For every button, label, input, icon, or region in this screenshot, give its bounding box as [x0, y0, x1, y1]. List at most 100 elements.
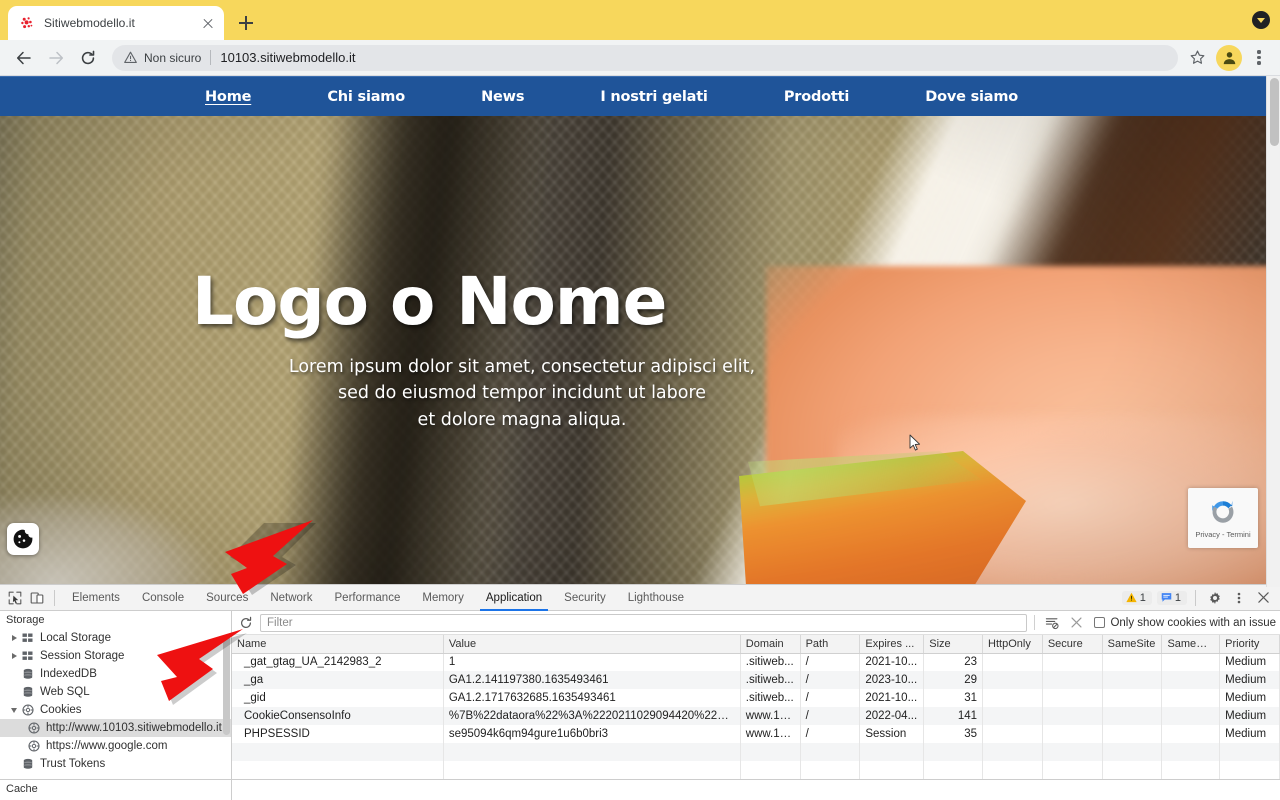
cell-priority: Medium — [1219, 671, 1280, 689]
cell-httponly — [982, 671, 1043, 689]
sidebar-item-indexeddb[interactable]: IndexedDB — [0, 665, 231, 683]
forward-button[interactable] — [42, 44, 70, 72]
tab-close-icon[interactable] — [200, 15, 216, 31]
col-header-expires[interactable]: Expires ... — [859, 635, 925, 654]
sidebar-item-trust-tokens[interactable]: Trust Tokens — [0, 755, 231, 773]
cell-size: 23 — [923, 653, 984, 671]
tab-performance[interactable]: Performance — [324, 585, 412, 611]
col-header-path[interactable]: Path — [800, 635, 861, 654]
col-header-priority[interactable]: Priority — [1219, 635, 1280, 654]
device-toolbar-button[interactable] — [26, 587, 48, 609]
cookies-filter-input[interactable] — [260, 613, 1028, 632]
tab-application[interactable]: Application — [475, 585, 553, 611]
collapse-arrow-icon[interactable] — [8, 708, 20, 713]
col-header-samesite[interactable]: SameSite — [1102, 635, 1163, 654]
nav-link-news[interactable]: News — [481, 89, 524, 105]
cell-value: GA1.2.141197380.1635493461 — [443, 671, 741, 689]
profile-button[interactable] — [1216, 44, 1242, 71]
tab-console[interactable]: Console — [131, 585, 195, 611]
browser-menu-button[interactable] — [1246, 45, 1272, 71]
sidebar-item-local-storage[interactable]: Local Storage — [0, 629, 231, 647]
devtools-close-button[interactable] — [1252, 587, 1274, 609]
tab-memory[interactable]: Memory — [411, 585, 475, 611]
cell-samesite — [1102, 707, 1163, 725]
table-row[interactable]: _ga GA1.2.141197380.1635493461 .sitiweb.… — [232, 671, 1280, 689]
cell-samesite — [1102, 671, 1163, 689]
page-scrollbar-thumb[interactable] — [1269, 78, 1279, 146]
refresh-cookies-button[interactable] — [236, 613, 256, 633]
col-header-secure[interactable]: Secure — [1042, 635, 1103, 654]
warning-count: 1 — [1139, 591, 1146, 604]
tab-sources[interactable]: Sources — [195, 585, 259, 611]
cell-domain: www.10... — [740, 725, 801, 743]
col-header-size[interactable]: Size — [923, 635, 984, 654]
new-tab-button[interactable] — [232, 9, 260, 37]
cell-domain: .sitiweb... — [740, 653, 801, 671]
table-row[interactable]: _gid GA1.2.1717632685.1635493461 .sitiwe… — [232, 689, 1280, 707]
nav-link-dove-siamo[interactable]: Dove siamo — [925, 89, 1018, 105]
clear-filter-button[interactable] — [1042, 613, 1062, 633]
recaptcha-badge[interactable]: Privacy - Termini — [1188, 488, 1258, 548]
col-header-name[interactable]: Name — [232, 635, 444, 654]
message-count-badge[interactable]: 1 — [1156, 590, 1187, 605]
sidebar-item-cookie-origin-site[interactable]: http://www.10103.sitiwebmodello.it — [0, 719, 231, 737]
bookmark-button[interactable] — [1184, 45, 1210, 71]
sidebar-item-web-sql[interactable]: Web SQL — [0, 683, 231, 701]
back-button[interactable] — [10, 44, 38, 72]
col-header-httponly[interactable]: HttpOnly — [982, 635, 1043, 654]
sidebar-item-session-storage[interactable]: Session Storage — [0, 647, 231, 665]
tab-title: Sitiwebmodello.it — [44, 16, 135, 30]
sidebar-item-label: Web SQL — [40, 686, 90, 698]
sidebar-item-label: Session Storage — [40, 650, 125, 662]
cell-name: _ga — [232, 671, 444, 689]
page-scrollbar[interactable] — [1266, 76, 1280, 587]
clear-all-cookies-button[interactable] — [1066, 613, 1086, 633]
cookie-consent-button[interactable] — [7, 523, 39, 555]
cell-sameparty — [1161, 689, 1221, 707]
nav-link-home[interactable]: Home — [205, 89, 251, 105]
col-header-domain[interactable]: Domain — [740, 635, 801, 654]
cell-path: / — [800, 671, 861, 689]
devtools-body: Storage Local Storage Session Storage In… — [0, 611, 1280, 800]
devtools-settings-button[interactable] — [1204, 587, 1226, 609]
table-row[interactable]: _gat_gtag_UA_2142983_2 1 .sitiweb... / 2… — [232, 653, 1280, 671]
cell-size: 141 — [923, 707, 984, 725]
cell-priority: Medium — [1219, 725, 1280, 743]
nav-link-chi-siamo[interactable]: Chi siamo — [327, 89, 405, 105]
only-issues-checkbox[interactable] — [1094, 617, 1106, 628]
cell-path: / — [800, 725, 861, 743]
nav-link-prodotti[interactable]: Prodotti — [784, 89, 850, 105]
avatar-icon — [1223, 52, 1235, 65]
cookies-toolbar: Only show cookies with an issue — [232, 611, 1280, 635]
tab-elements[interactable]: Elements — [61, 585, 131, 611]
tab-lighthouse[interactable]: Lighthouse — [617, 585, 695, 611]
caret-down-badge-icon[interactable] — [1252, 11, 1270, 29]
sidebar-item-cookies[interactable]: Cookies — [0, 701, 231, 719]
inspect-element-button[interactable] — [4, 587, 26, 609]
only-issues-filter[interactable]: Only show cookies with an issue — [1094, 617, 1276, 629]
browser-tab[interactable]: Sitiwebmodello.it — [8, 6, 224, 40]
col-header-sameparty[interactable]: SamePa... — [1161, 635, 1221, 654]
cookies-panel: Only show cookies with an issue Name Val… — [232, 611, 1280, 800]
devtools-more-button[interactable] — [1228, 587, 1250, 609]
table-row[interactable]: PHPSESSID se95094k6qm94gure1u6b0bri3 www… — [232, 725, 1280, 743]
tab-network[interactable]: Network — [259, 585, 323, 611]
col-header-value[interactable]: Value — [443, 635, 741, 654]
cell-path: / — [800, 707, 861, 725]
sidebar-scrollbar-thumb[interactable] — [223, 635, 230, 735]
close-icon — [1257, 592, 1269, 603]
url-text[interactable]: 10103.sitiwebmodello.it — [220, 50, 355, 65]
reload-button[interactable] — [74, 44, 102, 72]
expand-arrow-icon[interactable] — [8, 635, 20, 641]
tab-security[interactable]: Security — [553, 585, 617, 611]
sidebar-item-cookie-origin-google[interactable]: https://www.google.com — [0, 737, 231, 755]
address-bar[interactable]: Non sicuro 10103.sitiwebmodello.it — [112, 44, 1178, 71]
expand-arrow-icon[interactable] — [8, 653, 20, 659]
table-row[interactable]: CookieConsensoInfo %7B%22dataora%22%3A%2… — [232, 707, 1280, 725]
tabstrip-right-control[interactable] — [1252, 11, 1270, 29]
nav-link-i-nostri-gelati[interactable]: I nostri gelati — [600, 89, 708, 105]
hero-text-block: Logo o Nome Lorem ipsum dolor sit amet, … — [0, 116, 1266, 587]
cell-sameparty — [1161, 653, 1221, 671]
warning-count-badge[interactable]: 1 — [1121, 590, 1152, 605]
cell-secure — [1042, 707, 1103, 725]
